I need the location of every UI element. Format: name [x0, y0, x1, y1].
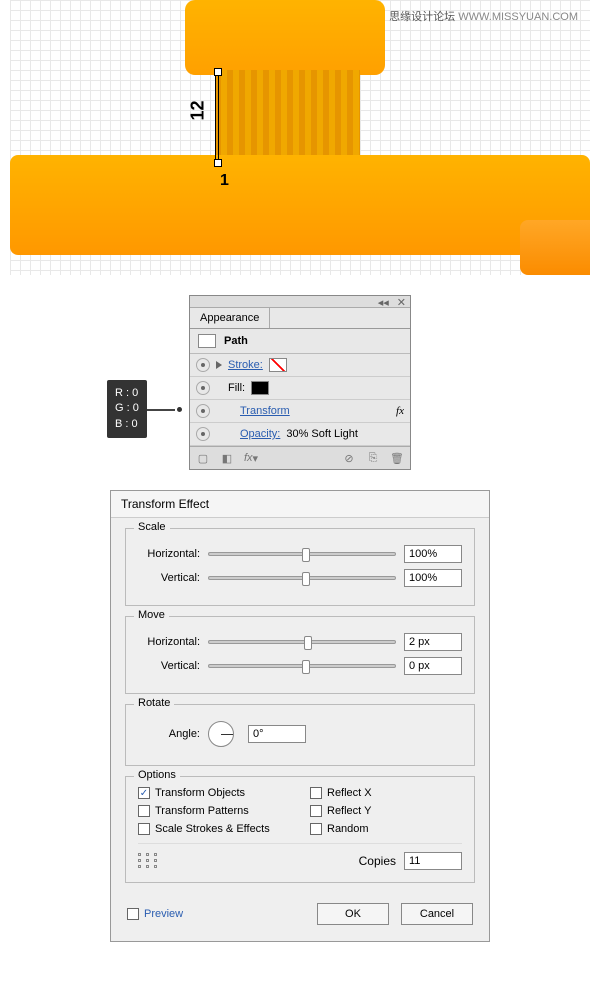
stroke-row[interactable]: Stroke: — [190, 354, 410, 377]
scale-group: Scale Horizontal: Vertical: — [125, 528, 475, 606]
transform-row[interactable]: Transform fx — [190, 400, 410, 423]
visibility-icon[interactable] — [196, 404, 210, 418]
delete-icon[interactable]: 🗑 — [390, 451, 404, 465]
no-selection-icon[interactable]: ▢ — [196, 451, 210, 465]
object-type: Path — [224, 335, 248, 347]
stroke-swatch[interactable] — [269, 358, 287, 372]
opacity-label[interactable]: Opacity: — [240, 428, 280, 440]
transform-effect-dialog: Transform Effect Scale Horizontal: Verti… — [110, 490, 490, 942]
object-thumbnail — [198, 334, 216, 348]
copies-input[interactable] — [404, 852, 462, 870]
fill-swatch[interactable] — [251, 381, 269, 395]
angle-input[interactable] — [248, 725, 306, 743]
appearance-panel: ◂◂ ✕ Appearance Path Stroke: Fill: — [189, 295, 411, 470]
visibility-icon[interactable] — [196, 381, 210, 395]
watermark: 思缘设计论坛 WWW.MISSYUAN.COM — [389, 8, 578, 24]
scale-h-label: Horizontal: — [138, 548, 200, 560]
fill-label: Fill: — [228, 382, 245, 394]
opacity-value: 30% Soft Light — [286, 428, 358, 440]
transform-link[interactable]: Transform — [240, 405, 290, 417]
move-v-input[interactable] — [404, 657, 462, 675]
scale-h-input[interactable] — [404, 545, 462, 563]
copies-label: Copies — [168, 854, 396, 868]
cancel-button[interactable]: Cancel — [401, 903, 473, 925]
reflect-x-checkbox[interactable]: Reflect X — [310, 787, 462, 799]
reference-point-icon[interactable] — [138, 853, 160, 869]
random-checkbox[interactable]: Random — [310, 823, 462, 835]
tab-appearance[interactable]: Appearance — [190, 308, 270, 328]
panel-footer: ▢ ◧ fx▾ ⊘ ⎘ 🗑 — [190, 446, 410, 469]
preview-checkbox[interactable]: Preview — [127, 908, 183, 920]
artwork-stripes — [215, 70, 360, 165]
move-v-slider[interactable] — [208, 664, 396, 668]
clear-icon[interactable]: ⊘ — [342, 451, 356, 465]
options-group: Options ✓Transform Objects Reflect X Tra… — [125, 776, 475, 883]
reflect-y-checkbox[interactable]: Reflect Y — [310, 805, 462, 817]
fx-icon[interactable]: fx — [396, 405, 404, 417]
ok-button[interactable]: OK — [317, 903, 389, 925]
stroke-icon[interactable]: ◧ — [220, 451, 234, 465]
angle-dial[interactable] — [208, 721, 234, 747]
scale-v-slider[interactable] — [208, 576, 396, 580]
stroke-label[interactable]: Stroke: — [228, 359, 263, 371]
collapse-icon[interactable]: ◂◂ — [378, 296, 389, 307]
dialog-title: Transform Effect — [111, 491, 489, 518]
artwork-band — [10, 155, 590, 255]
transform-patterns-checkbox[interactable]: Transform Patterns — [138, 805, 290, 817]
measure-height: 12 — [188, 100, 209, 120]
artwork-top-shape — [185, 0, 385, 75]
expand-icon[interactable] — [216, 361, 222, 369]
fx-menu-icon[interactable]: fx▾ — [244, 451, 258, 465]
transform-objects-checkbox[interactable]: ✓Transform Objects — [138, 787, 290, 799]
opacity-row[interactable]: Opacity: 30% Soft Light — [190, 423, 410, 446]
scale-h-slider[interactable] — [208, 552, 396, 556]
panel-controls: ◂◂ ✕ — [190, 296, 410, 308]
move-h-slider[interactable] — [208, 640, 396, 644]
angle-label: Angle: — [138, 728, 200, 740]
selection-path[interactable] — [215, 70, 219, 165]
artwork-end — [520, 220, 590, 275]
rgb-tooltip: R : 0 G : 0 B : 0 — [107, 380, 147, 438]
fill-row[interactable]: Fill: — [190, 377, 410, 400]
duplicate-icon[interactable]: ⎘ — [366, 451, 380, 465]
scale-v-input[interactable] — [404, 569, 462, 587]
visibility-icon[interactable] — [196, 358, 210, 372]
illustrator-canvas[interactable]: 思缘设计论坛 WWW.MISSYUAN.COM 12 1 — [10, 0, 590, 275]
move-h-label: Horizontal: — [138, 636, 200, 648]
scale-v-label: Vertical: — [138, 572, 200, 584]
move-v-label: Vertical: — [138, 660, 200, 672]
close-icon[interactable]: ✕ — [397, 296, 406, 307]
visibility-icon[interactable] — [196, 427, 210, 441]
move-h-input[interactable] — [404, 633, 462, 651]
rotate-group: Rotate Angle: — [125, 704, 475, 766]
measure-width: 1 — [220, 172, 229, 190]
scale-strokes-checkbox[interactable]: Scale Strokes & Effects — [138, 823, 290, 835]
move-group: Move Horizontal: Vertical: — [125, 616, 475, 694]
